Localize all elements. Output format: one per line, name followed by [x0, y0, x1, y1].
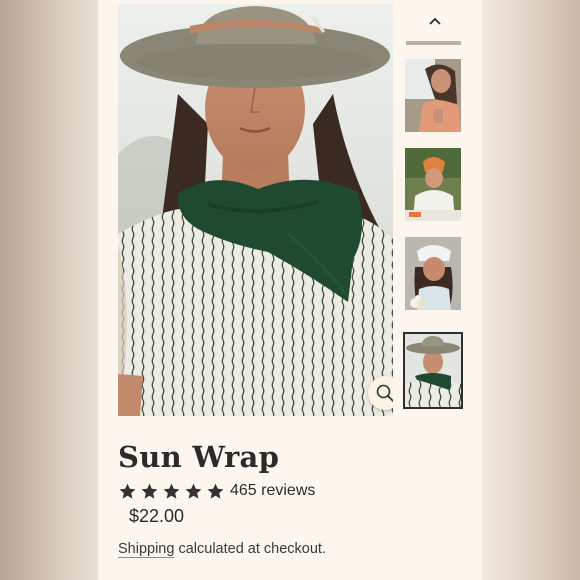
magnifier-icon: [376, 384, 393, 402]
product-price: $22.00: [129, 506, 185, 526]
star-rating: [118, 482, 225, 501]
star-icon: [141, 483, 158, 499]
shipping-link[interactable]: Shipping: [118, 541, 175, 558]
shipping-note: Shipping calculated at checkout.: [118, 541, 326, 558]
product-title: Sun Wrap: [118, 440, 280, 474]
zoom-button[interactable]: [368, 376, 393, 410]
woman-in-hat-photo: [118, 4, 393, 416]
star-icon: [207, 483, 224, 499]
woman-hat-green-scarf-photo: [405, 334, 461, 407]
product-rating: 465 reviews: [118, 480, 315, 502]
backdrop-right: [482, 0, 580, 580]
woman-white-headwrap-flowers-photo: [405, 237, 461, 310]
shipping-text: calculated at checkout.: [174, 541, 326, 557]
woman-orange-headwrap-photo: [405, 148, 461, 221]
reviews-link[interactable]: 465 reviews: [230, 482, 315, 500]
chevron-up-icon: [429, 17, 441, 25]
thumbnails-scroll-up-button[interactable]: [420, 10, 450, 32]
main-product-image[interactable]: [118, 4, 393, 416]
star-icon: [119, 483, 136, 499]
thumbnail-2[interactable]: [405, 148, 461, 221]
product-card: Sun Wrap 465 reviews $22.00 Shipping cal…: [98, 0, 482, 580]
woman-peach-wrap-photo: [405, 59, 461, 132]
thumbnail-4[interactable]: [403, 332, 463, 409]
backdrop-left: [0, 0, 98, 580]
thumbnail-partial: [406, 41, 461, 45]
star-icon: [185, 483, 202, 499]
thumbnail-1[interactable]: [405, 59, 461, 132]
star-icon: [163, 483, 180, 499]
thumbnail-3[interactable]: [405, 237, 461, 310]
